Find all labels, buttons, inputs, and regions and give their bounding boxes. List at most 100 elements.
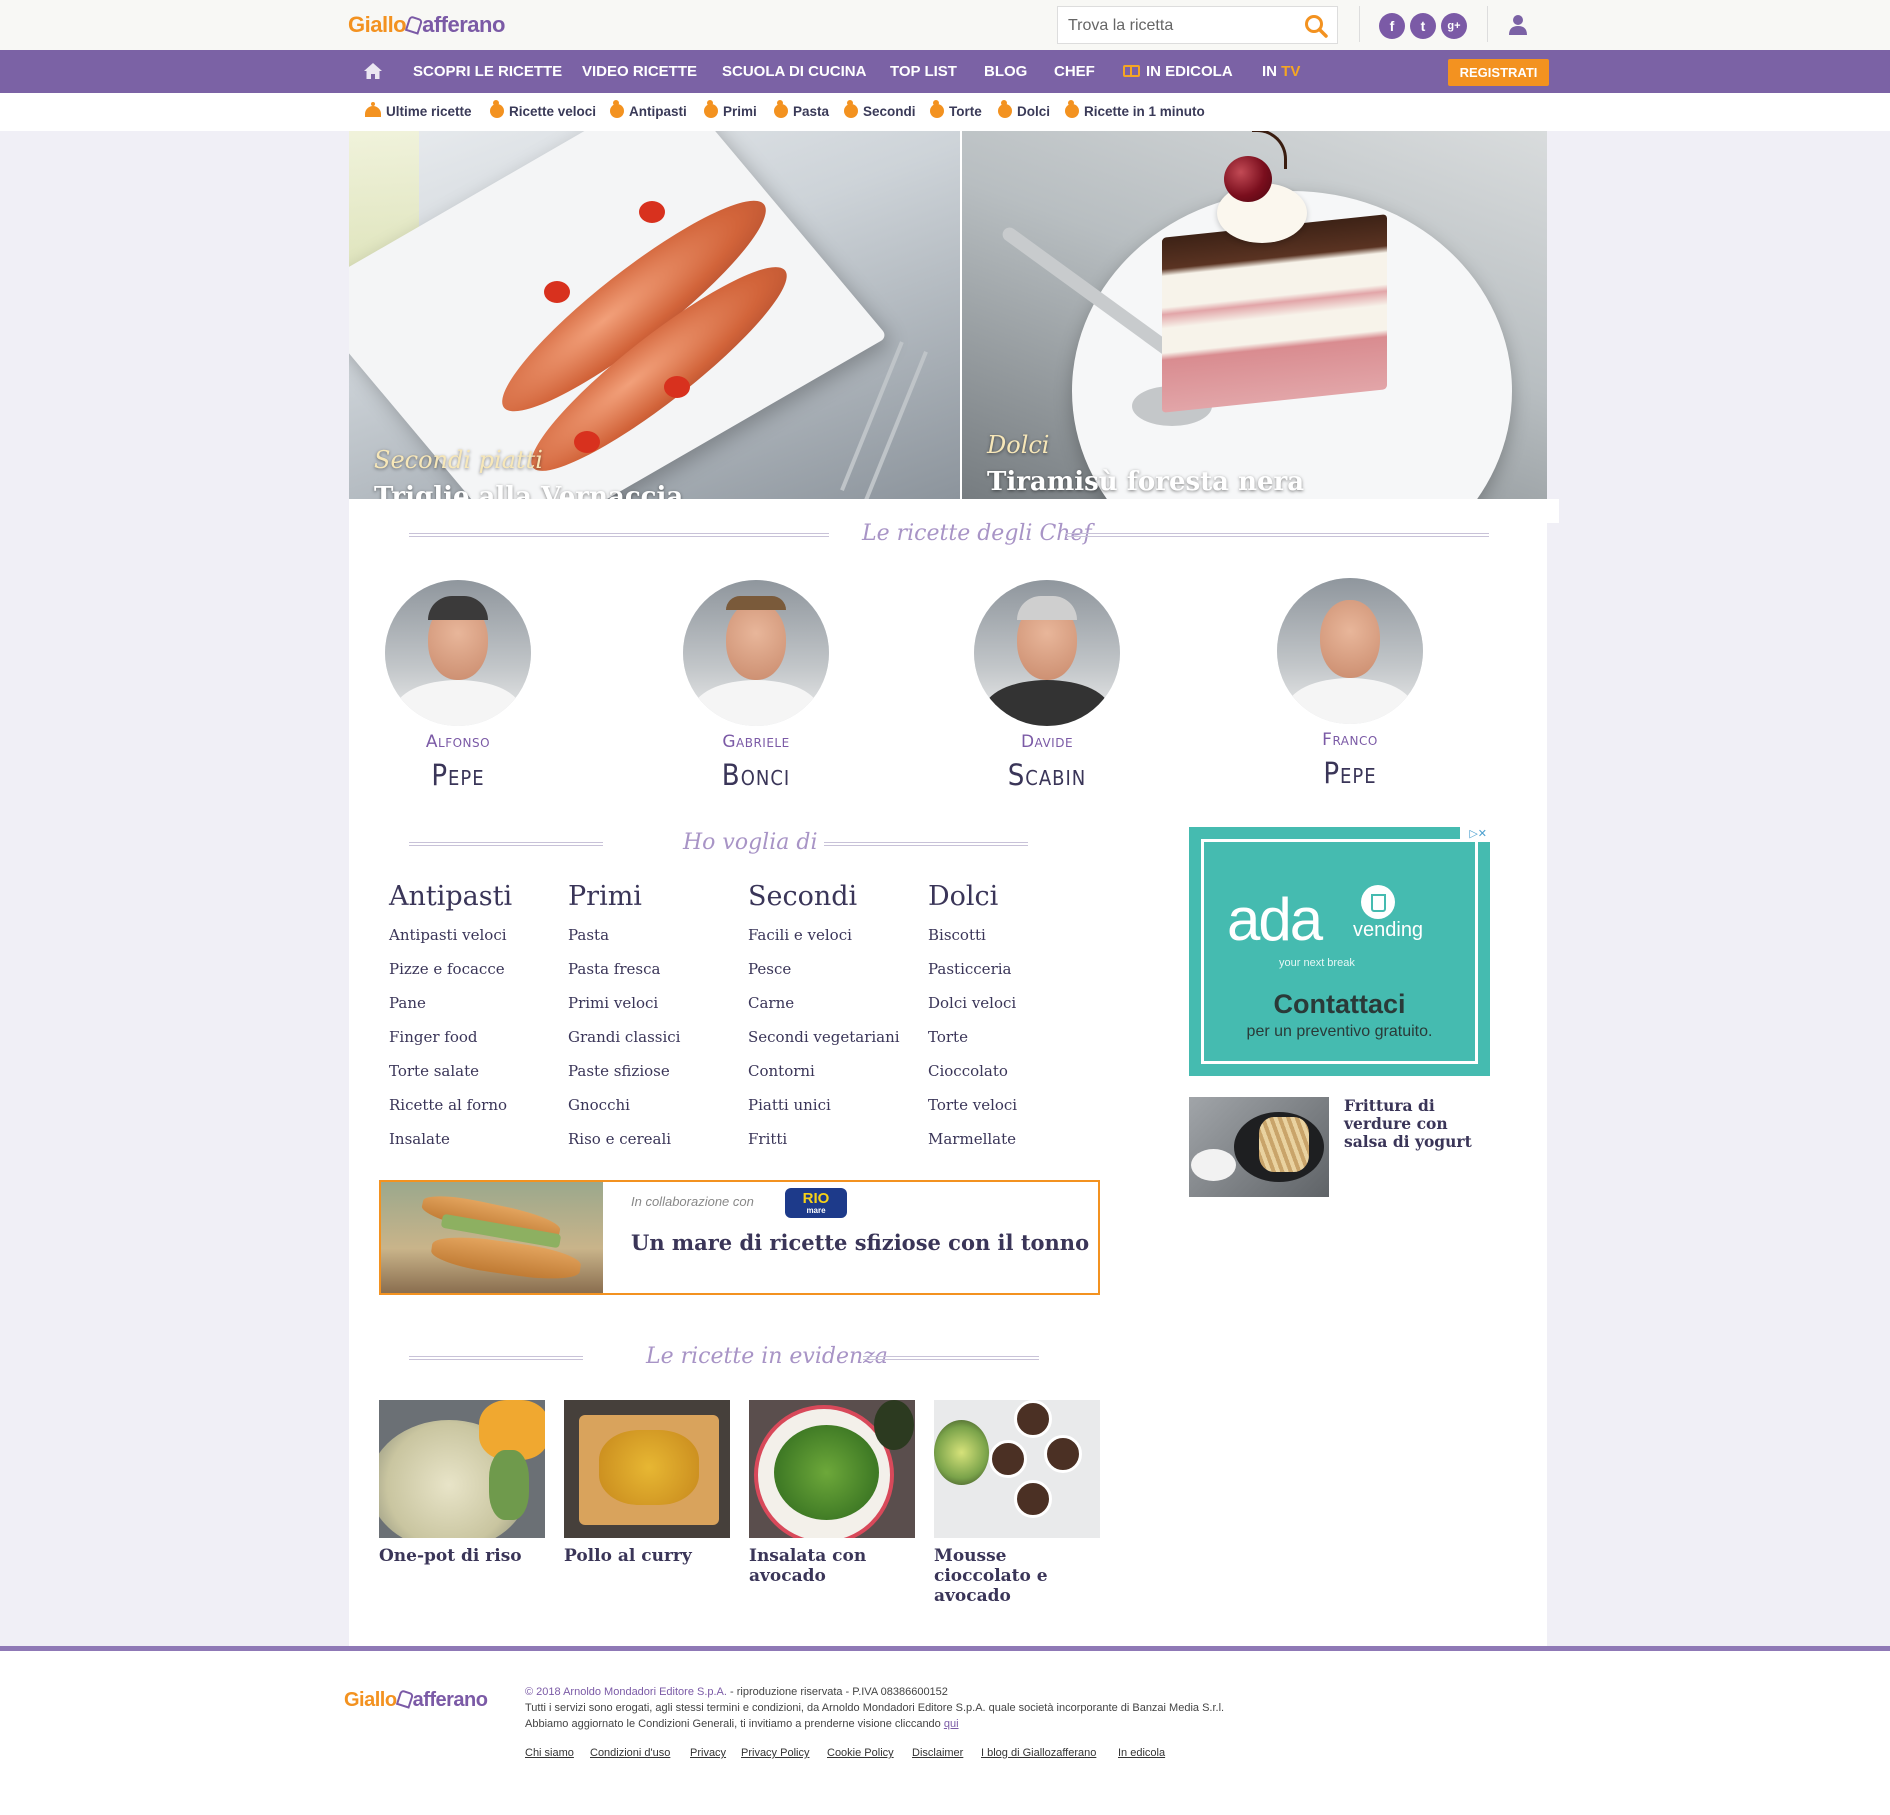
evidenza-card[interactable]: Insalata con avocado bbox=[749, 1400, 915, 1586]
chef-last-name: Pepe bbox=[431, 758, 485, 792]
hero-card-triglie[interactable]: Secondi piatti Triglie alla Vernaccia bbox=[349, 131, 960, 499]
flame-icon bbox=[844, 104, 858, 118]
category-link[interactable]: Antipasti veloci bbox=[389, 926, 507, 944]
rio-mare-logo: RIO mare bbox=[785, 1188, 847, 1218]
category-link[interactable]: Primi veloci bbox=[568, 994, 658, 1012]
category-link[interactable]: Cioccolato bbox=[928, 1062, 1008, 1080]
recipe-image bbox=[564, 1400, 730, 1538]
search-input[interactable] bbox=[1068, 15, 1288, 37]
search-icon[interactable] bbox=[1303, 13, 1329, 39]
subnav-antipasti[interactable]: Antipasti bbox=[610, 93, 687, 131]
sidebar-recipe-card[interactable]: Frittura di verdure con salsa di yogurt bbox=[1189, 1097, 1490, 1197]
category-link[interactable]: Gnocchi bbox=[568, 1096, 630, 1114]
twitter-icon[interactable]: t bbox=[1410, 13, 1436, 39]
category-link[interactable]: Facili e veloci bbox=[748, 926, 852, 944]
category-link[interactable]: Pane bbox=[389, 994, 426, 1012]
category-link[interactable]: Pizze e focacce bbox=[389, 960, 505, 978]
top-bar: Gialloafferano f t g+ bbox=[0, 0, 1890, 50]
footer: Giallo afferano © 2018 Arnoldo Mondadori … bbox=[0, 1646, 1890, 1815]
category-link[interactable]: Fritti bbox=[748, 1130, 787, 1148]
footer-link[interactable]: I blog di Giallozafferano bbox=[981, 1747, 1096, 1759]
subnav-secondi[interactable]: Secondi bbox=[844, 93, 916, 131]
cherry-image bbox=[1224, 156, 1272, 202]
tomato-image bbox=[544, 281, 570, 303]
category-link[interactable]: Paste sfiziose bbox=[568, 1062, 670, 1080]
chef-avatar bbox=[974, 580, 1120, 726]
category-link[interactable]: Torte bbox=[928, 1028, 968, 1046]
category-link[interactable]: Carne bbox=[748, 994, 794, 1012]
subnav-ricette-veloci[interactable]: Ricette veloci bbox=[490, 93, 596, 131]
category-link[interactable]: Secondi vegetariani bbox=[748, 1028, 900, 1046]
hero-card-tiramisu[interactable]: Dolci Tiramisù foresta nera bbox=[962, 131, 1547, 499]
footer-link[interactable]: Condizioni d'uso bbox=[590, 1747, 670, 1759]
subnav-primi[interactable]: Primi bbox=[704, 93, 757, 131]
nav-chef[interactable]: CHEF bbox=[1054, 50, 1095, 93]
home-icon[interactable] bbox=[364, 63, 382, 79]
sidebar-recipe-title: Frittura di verdure con salsa di yogurt bbox=[1344, 1096, 1472, 1151]
footer-qui-link[interactable]: qui bbox=[944, 1718, 959, 1730]
chef-last-name: Bonci bbox=[721, 758, 791, 792]
footer-link[interactable]: Cookie Policy bbox=[827, 1747, 894, 1759]
nav-blog[interactable]: BLOG bbox=[984, 50, 1027, 93]
category-link[interactable]: Riso e cereali bbox=[568, 1130, 671, 1148]
register-button[interactable]: REGISTRATI bbox=[1448, 59, 1549, 86]
subnav-ricette-1-minuto[interactable]: Ricette in 1 minuto bbox=[1065, 93, 1205, 131]
footer-link[interactable]: Disclaimer bbox=[912, 1747, 963, 1759]
category-link[interactable]: Torte salate bbox=[389, 1062, 479, 1080]
nav-in-tv[interactable]: IN TV bbox=[1262, 50, 1300, 93]
category-link[interactable]: Pesce bbox=[748, 960, 791, 978]
ad-banner[interactable]: ▷✕ ada vending your next break Contattac… bbox=[1189, 827, 1490, 1076]
subnav-torte[interactable]: Torte bbox=[930, 93, 982, 131]
category-link[interactable]: Pasta bbox=[568, 926, 609, 944]
flame-icon bbox=[774, 104, 788, 118]
nav-video-ricette[interactable]: VIDEO RICETTE bbox=[582, 50, 697, 93]
footer-link[interactable]: Privacy Policy bbox=[741, 1747, 809, 1759]
category-link[interactable]: Insalate bbox=[389, 1130, 450, 1148]
subnav-dolci[interactable]: Dolci bbox=[998, 93, 1050, 131]
hero-mask bbox=[349, 499, 1559, 523]
evidenza-card[interactable]: Mousse cioccolato e avocado bbox=[934, 1400, 1100, 1606]
category-link[interactable]: Marmellate bbox=[928, 1130, 1016, 1148]
category-title-dolci[interactable]: Dolci bbox=[928, 881, 998, 912]
google-plus-icon[interactable]: g+ bbox=[1441, 13, 1467, 39]
category-link[interactable]: Finger food bbox=[389, 1028, 478, 1046]
chefs-section-header: Le ricette degli Chef bbox=[409, 521, 1489, 551]
category-link[interactable]: Contorni bbox=[748, 1062, 815, 1080]
ad-brand-suffix: vending bbox=[1353, 919, 1424, 941]
category-title-primi[interactable]: Primi bbox=[568, 881, 642, 912]
nav-top-list[interactable]: TOP LIST bbox=[890, 50, 957, 93]
tomato-image bbox=[574, 431, 600, 453]
promo-banner[interactable]: In collaborazione con RIO mare Un mare di… bbox=[379, 1180, 1100, 1295]
nav-in-edicola[interactable]: IN EDICOLA bbox=[1123, 50, 1233, 93]
adchoices-icon[interactable]: ▷✕ bbox=[1460, 827, 1490, 842]
category-link[interactable]: Ricette al forno bbox=[389, 1096, 507, 1114]
subnav-ultime-ricette[interactable]: Ultime ricette bbox=[365, 93, 472, 131]
flame-icon bbox=[704, 104, 718, 118]
voglia-section-title: Ho voglia di bbox=[683, 830, 818, 855]
category-title-secondi[interactable]: Secondi bbox=[748, 881, 857, 912]
nav-scopri-ricette[interactable]: SCOPRI LE RICETTE bbox=[413, 50, 562, 93]
category-link[interactable]: Pasticceria bbox=[928, 960, 1011, 978]
footer-link[interactable]: In edicola bbox=[1118, 1747, 1165, 1759]
user-icon[interactable] bbox=[1507, 13, 1529, 37]
footer-logo[interactable]: Giallo afferano bbox=[344, 1689, 488, 1712]
nav-scuola-cucina[interactable]: SCUOLA DI CUCINA bbox=[722, 50, 866, 93]
facebook-icon[interactable]: f bbox=[1379, 13, 1405, 39]
category-link[interactable]: Torte veloci bbox=[928, 1096, 1017, 1114]
category-link[interactable]: Biscotti bbox=[928, 926, 986, 944]
recipe-image bbox=[379, 1400, 545, 1538]
ad-brand-logo: ada bbox=[1227, 886, 1323, 953]
subnav-pasta[interactable]: Pasta bbox=[774, 93, 829, 131]
footer-link[interactable]: Privacy bbox=[690, 1747, 726, 1759]
evidenza-title: Insalata con avocado bbox=[749, 1546, 867, 1586]
evidenza-title: Pollo al curry bbox=[564, 1546, 692, 1566]
footer-link[interactable]: Chi siamo bbox=[525, 1747, 574, 1759]
site-logo[interactable]: Giallo afferano bbox=[348, 12, 505, 38]
evidenza-card[interactable]: One-pot di riso bbox=[379, 1400, 545, 1566]
category-title-antipasti[interactable]: Antipasti bbox=[389, 881, 512, 912]
category-link[interactable]: Piatti unici bbox=[748, 1096, 831, 1114]
category-link[interactable]: Dolci veloci bbox=[928, 994, 1016, 1012]
evidenza-card[interactable]: Pollo al curry bbox=[564, 1400, 730, 1566]
category-link[interactable]: Grandi classici bbox=[568, 1028, 680, 1046]
category-link[interactable]: Pasta fresca bbox=[568, 960, 660, 978]
